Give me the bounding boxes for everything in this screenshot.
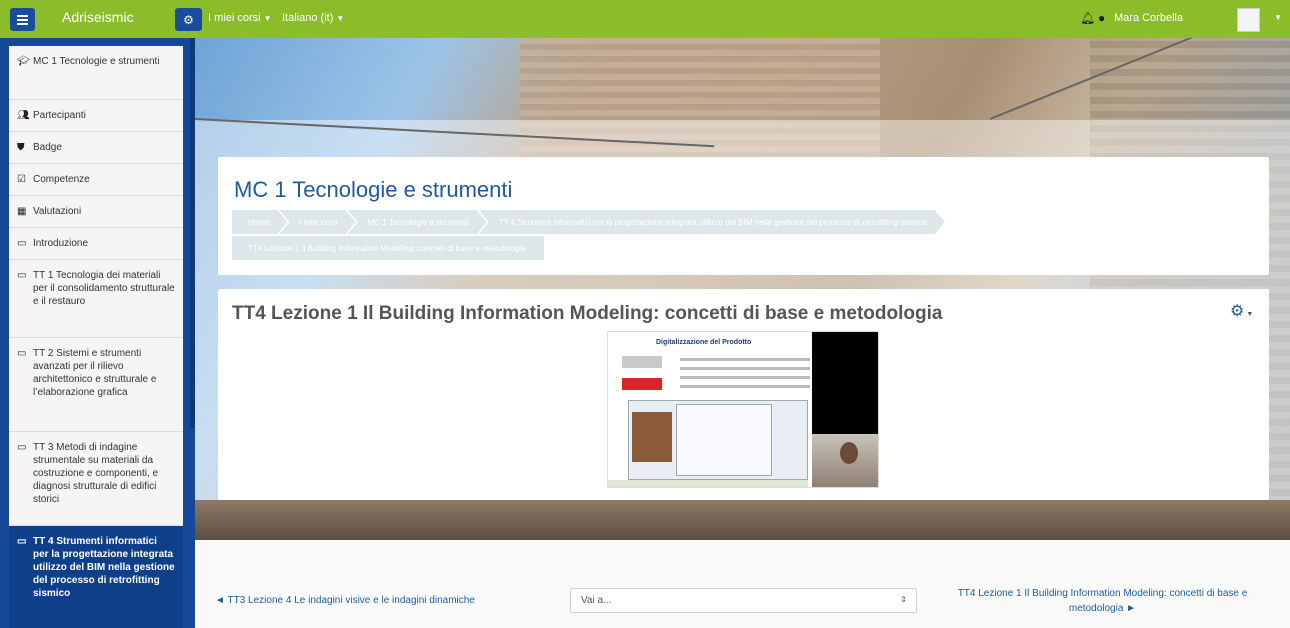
drawer-item-course[interactable]: 🎓︎ MC 1 Tecnologie e strumenti [9, 46, 183, 100]
chat-icon[interactable]: ● [1098, 11, 1105, 25]
nav-drawer-list: 🎓︎ MC 1 Tecnologie e strumenti 👥︎ Partec… [9, 46, 183, 628]
folder-icon: ▭ [17, 348, 27, 359]
caret-down-icon: ▼ [336, 14, 345, 23]
slide-screenshot-panel [676, 404, 772, 476]
users-icon: 👥︎ [17, 110, 30, 121]
hamburger-icon [17, 14, 28, 26]
checkbox-icon: ☑ [17, 174, 26, 185]
drawer-item-introduction[interactable]: ▭ Introduzione [9, 228, 183, 260]
drawer-item-label: TT 2 Sistemi e strumenti avanzati per il… [33, 348, 157, 398]
drawer-item-tt3[interactable]: ▭ TT 3 Metodi di indagine strumentale su… [9, 432, 183, 526]
lesson-title: TT4 Lezione 1 Il Building Information Mo… [232, 303, 943, 324]
drawer-scrollbar[interactable] [190, 38, 195, 428]
slide-3d-object [632, 412, 672, 462]
select-arrows-icon: ⇕ [900, 595, 907, 604]
drawer-item-participants[interactable]: 👥︎ Partecipanti [9, 100, 183, 132]
slide-footer [608, 480, 808, 487]
drawer-item-label: Partecipanti [33, 110, 86, 121]
drawer-item-tt1[interactable]: ▭ TT 1 Tecnologia dei materiali per il c… [9, 260, 183, 338]
folder-icon: ▭ [17, 536, 27, 547]
my-courses-menu[interactable]: I miei corsi ▼ [208, 12, 271, 24]
video-slide-title: Digitalizzazione del Prodotto [656, 339, 752, 346]
breadcrumb-course[interactable]: MC 1 Tecnologie e strumenti [348, 210, 487, 234]
folder-icon: ▭ [17, 238, 27, 249]
language-menu[interactable]: Italiano (it) ▼ [282, 12, 344, 24]
folder-icon: ▭ [17, 442, 27, 453]
next-activity-link[interactable]: TT4 Lezione 1 Il Building Information Mo… [950, 586, 1255, 616]
drawer-item-tt2[interactable]: ▭ TT 2 Sistemi e strumenti avanzati per … [9, 338, 183, 432]
slide-diagram-box [622, 378, 662, 390]
caret-down-icon: ▼ [1246, 311, 1254, 318]
gear-icon: ⚙ [1230, 303, 1245, 320]
bell-icon[interactable]: 🔔︎ [1080, 11, 1095, 25]
main-content: TT4 Lezione 1 Il Building Information Mo… [218, 289, 1269, 500]
breadcrumb-section[interactable]: TT 4 Strumenti informatici per la proget… [479, 210, 945, 234]
slide-diagram-box [622, 356, 662, 368]
prev-activity-link[interactable]: ◄ TT3 Lezione 4 Le indagini visive e le … [215, 595, 475, 606]
jump-to-value: Vai a... [581, 595, 612, 606]
drawer-item-label: Valutazioni [33, 206, 82, 217]
folder-icon: ▭ [17, 270, 27, 281]
table-icon: ▦ [17, 206, 27, 217]
video-camera-area [812, 332, 878, 434]
caret-down-icon[interactable]: ▼ [1274, 13, 1282, 22]
drawer-item-badges[interactable]: ⛊ Badge [9, 132, 183, 164]
slide-bullets [680, 358, 810, 394]
breadcrumb-current: TT4 Lezione 1 Il Building Information Mo… [232, 236, 544, 260]
drawer-item-label: TT 4 Strumenti informatici per la proget… [33, 536, 175, 599]
page-header: MC 1 Tecnologie e strumenti Home I miei … [218, 157, 1269, 275]
video-player[interactable]: Digitalizzazione del Prodotto [607, 331, 879, 488]
breadcrumb: Home I miei corsi MC 1 Tecnologie e stru… [232, 210, 1232, 262]
drawer-item-competencies[interactable]: ☑ Competenze [9, 164, 183, 196]
drawer-item-tt4[interactable]: ▭ TT 4 Strumenti informatici per la prog… [9, 526, 183, 628]
drawer-toggle-button[interactable] [10, 8, 35, 31]
top-navbar: Adriseismic ⚙ I miei corsi ▼ Italiano (it… [0, 0, 1290, 38]
drawer-item-label: TT 3 Metodi di indagine strumentale su m… [33, 442, 159, 505]
graduation-cap-icon: 🎓︎ [17, 56, 30, 67]
shield-icon: ⛊ [17, 142, 25, 153]
drawer-item-grades[interactable]: ▦ Valutazioni [9, 196, 183, 228]
drawer-item-label: Badge [33, 142, 62, 153]
user-name[interactable]: Mara Corbella [1114, 12, 1183, 24]
drawer-item-label: Competenze [33, 174, 90, 185]
drawer-item-label: MC 1 Tecnologie e strumenti [33, 56, 160, 67]
cogs-icon[interactable]: ⚙ [175, 8, 202, 31]
settings-menu-button[interactable]: ⚙ ▼ [1230, 301, 1253, 321]
drawer-item-label: TT 1 Tecnologia dei materiali per il con… [33, 270, 175, 307]
avatar[interactable] [1237, 8, 1260, 32]
webcam-person [840, 442, 858, 464]
jump-to-select[interactable]: Vai a... ⇕ [570, 588, 917, 613]
site-brand[interactable]: Adriseismic [62, 9, 134, 25]
caret-down-icon: ▼ [263, 14, 272, 23]
drawer-item-label: Introduzione [33, 238, 89, 249]
background-street [195, 500, 1290, 540]
breadcrumb-my-courses[interactable]: I miei corsi [279, 210, 355, 234]
breadcrumb-home[interactable]: Home [232, 210, 287, 234]
nav-drawer: 🎓︎ MC 1 Tecnologie e strumenti 👥︎ Partec… [0, 38, 195, 628]
page-title: MC 1 Tecnologie e strumenti [234, 177, 513, 202]
